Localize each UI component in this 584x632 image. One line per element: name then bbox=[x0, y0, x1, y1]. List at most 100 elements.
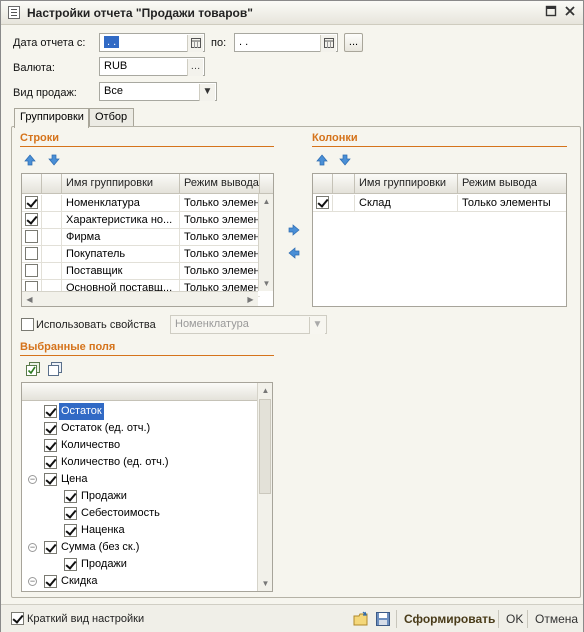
checkbox-cell[interactable] bbox=[22, 212, 42, 229]
rows-horizontal-scrollbar[interactable]: ◀ ▶ bbox=[22, 291, 258, 306]
output-mode-cell[interactable]: Только элемен bbox=[180, 263, 260, 280]
tree-item[interactable]: Себестоимость bbox=[22, 505, 258, 522]
scroll-right-icon[interactable]: ▶ bbox=[243, 292, 258, 306]
save-settings-icon[interactable] bbox=[375, 611, 391, 627]
scroll-thumb[interactable] bbox=[259, 399, 271, 494]
calendar-icon[interactable] bbox=[320, 35, 336, 52]
tree-item[interactable]: Продажи bbox=[22, 488, 258, 505]
field-checkbox[interactable] bbox=[44, 473, 57, 486]
tree-item[interactable]: Остаток bbox=[22, 403, 258, 420]
collapse-toggle-icon[interactable]: − bbox=[28, 577, 37, 586]
table-row[interactable]: Поставщик Только элемен bbox=[22, 263, 260, 280]
grouping-name-cell[interactable]: Поставщик bbox=[62, 263, 180, 280]
scroll-down-icon[interactable]: ▼ bbox=[259, 276, 273, 291]
check-all-icon[interactable] bbox=[26, 362, 40, 376]
date-to-field[interactable]: . . bbox=[234, 33, 338, 52]
field-checkbox[interactable] bbox=[64, 524, 77, 537]
grouping-name-cell[interactable]: Характеристика но... bbox=[62, 212, 180, 229]
row-checkbox[interactable] bbox=[25, 213, 38, 226]
close-icon[interactable] bbox=[562, 5, 578, 21]
rows-vertical-scrollbar[interactable]: ▲ ▼ bbox=[258, 194, 273, 291]
move-up-arrow-icon[interactable] bbox=[24, 154, 36, 166]
field-checkbox[interactable] bbox=[64, 507, 77, 520]
field-checkbox[interactable] bbox=[44, 541, 57, 554]
ok-button[interactable]: OK bbox=[506, 610, 523, 628]
grouping-name-cell[interactable]: Склад bbox=[355, 195, 458, 212]
chevron-down-icon[interactable]: ▼ bbox=[199, 84, 215, 101]
ellipsis-icon[interactable]: … bbox=[187, 59, 203, 76]
field-checkbox[interactable] bbox=[44, 456, 57, 469]
table-row[interactable]: Покупатель Только элемен bbox=[22, 246, 260, 263]
currency-label: Валюта: bbox=[13, 62, 55, 74]
tree-item[interactable]: Наценка bbox=[22, 522, 258, 539]
currency-field[interactable]: RUB … bbox=[99, 57, 205, 76]
move-down-arrow-icon[interactable] bbox=[339, 154, 351, 166]
collapse-toggle-icon[interactable]: − bbox=[28, 475, 37, 484]
name-column-header[interactable]: Имя группировки bbox=[62, 174, 180, 194]
scroll-up-icon[interactable]: ▲ bbox=[258, 383, 273, 398]
row-checkbox[interactable] bbox=[25, 264, 38, 277]
window-title: Настройки отчета "Продажи товаров" bbox=[27, 6, 253, 20]
output-mode-cell[interactable]: Только элемен bbox=[180, 229, 260, 246]
scroll-up-icon[interactable]: ▲ bbox=[259, 194, 273, 209]
output-mode-cell[interactable]: Только элементы bbox=[458, 195, 566, 212]
table-row[interactable]: Характеристика но... Только элемен bbox=[22, 212, 260, 229]
output-mode-cell[interactable]: Только элемен bbox=[180, 246, 260, 263]
table-row[interactable]: Склад Только элементы bbox=[313, 195, 566, 212]
output-mode-cell[interactable]: Только элемен bbox=[180, 195, 260, 212]
collapse-toggle-icon[interactable]: − bbox=[28, 543, 37, 552]
grouping-name-cell[interactable]: Фирма bbox=[62, 229, 180, 246]
short-view-checkbox[interactable] bbox=[11, 612, 24, 625]
scroll-down-icon[interactable]: ▼ bbox=[258, 576, 273, 591]
tree-item[interactable]: Остаток (ед. отч.) bbox=[22, 420, 258, 437]
move-left-arrow-icon[interactable] bbox=[288, 247, 300, 259]
mode-column-header[interactable]: Режим вывода bbox=[180, 174, 260, 194]
scroll-left-icon[interactable]: ◀ bbox=[22, 292, 37, 306]
field-checkbox[interactable] bbox=[44, 575, 57, 588]
tree-item[interactable]: − Сумма (без ск.) bbox=[22, 539, 258, 556]
checkbox-cell[interactable] bbox=[22, 263, 42, 280]
cancel-button[interactable]: Отмена bbox=[535, 610, 578, 628]
move-down-arrow-icon[interactable] bbox=[48, 154, 60, 166]
output-mode-cell[interactable]: Только элемен bbox=[180, 212, 260, 229]
sales-type-select[interactable]: Все ▼ bbox=[99, 82, 217, 101]
checkbox-cell[interactable] bbox=[22, 229, 42, 246]
row-checkbox[interactable] bbox=[316, 196, 329, 209]
uncheck-all-icon[interactable] bbox=[48, 362, 62, 376]
field-checkbox[interactable] bbox=[44, 422, 57, 435]
calendar-icon[interactable] bbox=[187, 35, 203, 52]
field-checkbox[interactable] bbox=[44, 405, 57, 418]
field-checkbox[interactable] bbox=[64, 490, 77, 503]
field-checkbox[interactable] bbox=[44, 439, 57, 452]
tree-item[interactable]: Количество bbox=[22, 437, 258, 454]
move-up-arrow-icon[interactable] bbox=[316, 154, 328, 166]
footer-bar: Краткий вид настройки Сформировать OK От… bbox=[1, 604, 583, 632]
row-checkbox[interactable] bbox=[25, 196, 38, 209]
tree-item[interactable]: Количество (ед. отч.) bbox=[22, 454, 258, 471]
field-checkbox[interactable] bbox=[64, 558, 77, 571]
tab-groupings[interactable]: Группировки bbox=[14, 108, 89, 128]
grouping-name-cell[interactable]: Номенклатура bbox=[62, 195, 180, 212]
mode-column-header[interactable]: Режим вывода bbox=[458, 174, 566, 194]
checkbox-cell[interactable] bbox=[313, 195, 333, 212]
table-row[interactable]: Фирма Только элемен bbox=[22, 229, 260, 246]
name-column-header[interactable]: Имя группировки bbox=[355, 174, 458, 194]
grouping-name-cell[interactable]: Покупатель bbox=[62, 246, 180, 263]
open-settings-icon[interactable] bbox=[353, 611, 369, 627]
use-properties-checkbox[interactable] bbox=[21, 318, 34, 331]
generate-button[interactable]: Сформировать bbox=[404, 610, 495, 628]
tree-item[interactable]: − Цена bbox=[22, 471, 258, 488]
table-row[interactable]: Номенклатура Только элемен bbox=[22, 195, 260, 212]
checkbox-cell[interactable] bbox=[22, 195, 42, 212]
row-checkbox[interactable] bbox=[25, 230, 38, 243]
date-from-field[interactable]: . . bbox=[99, 33, 205, 52]
tree-vertical-scrollbar[interactable]: ▲ ▼ bbox=[257, 383, 272, 591]
maximize-icon[interactable] bbox=[543, 5, 559, 21]
checkbox-cell[interactable] bbox=[22, 246, 42, 263]
tree-item[interactable]: Продажи bbox=[22, 556, 258, 573]
tab-filter[interactable]: Отбор bbox=[89, 108, 134, 127]
tree-item[interactable]: − Скидка bbox=[22, 573, 258, 590]
move-right-arrow-icon[interactable] bbox=[288, 224, 300, 236]
row-checkbox[interactable] bbox=[25, 247, 38, 260]
period-select-button[interactable]: ... bbox=[344, 33, 363, 52]
